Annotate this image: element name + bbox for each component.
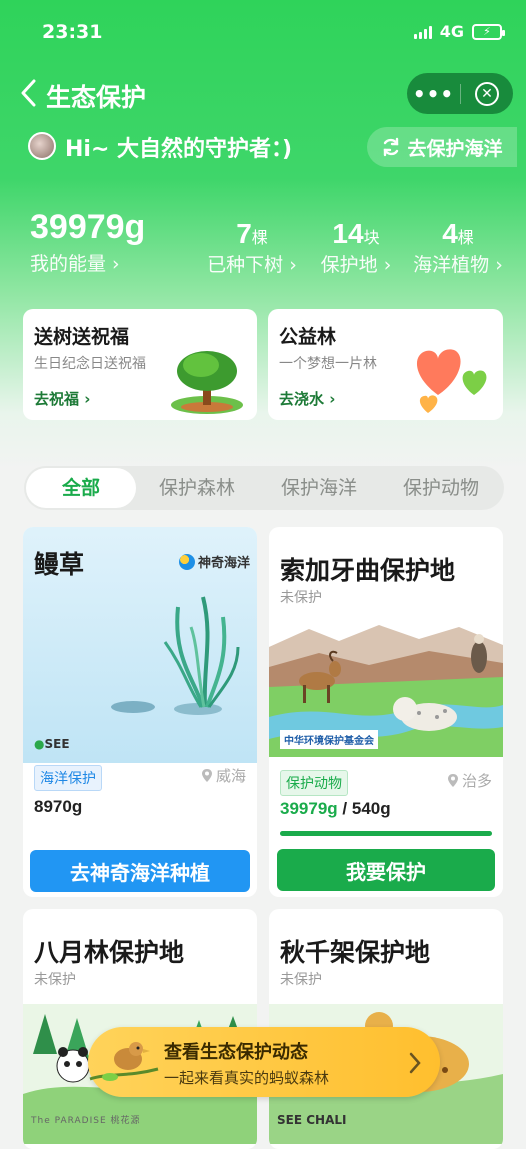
close-button[interactable]: ✕: [461, 81, 513, 106]
paradise-logo: The PARADISE 桃花源: [31, 1116, 141, 1126]
page-title: 生态保护: [46, 83, 147, 112]
trees-label: 已种下树: [207, 254, 284, 276]
plants-label: 海洋植物: [413, 254, 490, 276]
protect-button[interactable]: 我要保护: [277, 849, 495, 891]
mini-program-capsule: ••• ✕: [407, 73, 513, 114]
eelgrass-location-text: 威海: [215, 767, 246, 785]
energy-value: 39979g: [30, 208, 146, 246]
qiuqian-title: 秋千架保护地: [280, 938, 431, 967]
plants-unit: 棵: [457, 228, 474, 247]
plants-stat[interactable]: 4棵 海洋植物 ›: [410, 218, 506, 277]
tab-all[interactable]: 全部: [26, 468, 136, 508]
panda-icon: [56, 1047, 90, 1083]
eelgrass-amount: 8970g: [34, 797, 83, 816]
greeting-text: Hi~ 大自然的守护者：): [65, 137, 293, 162]
gift-tree-link-label: 去祝福: [34, 390, 80, 408]
brand-badge: 神奇海洋: [179, 552, 250, 571]
plant-magic-ocean-button[interactable]: 去神奇海洋种植: [30, 850, 250, 892]
energy-stat[interactable]: 39979g 我的能量 ›: [30, 208, 145, 276]
sojia-status: 未保护: [280, 590, 322, 606]
sojia-location-text: 治多: [461, 772, 492, 790]
see-logo-text: SEE: [44, 737, 70, 751]
land-label: 保护地: [320, 254, 378, 276]
seaweed-icon: [111, 596, 240, 715]
sojia-target: 540g: [351, 799, 391, 818]
tag-animal-protection: 保护动物: [280, 770, 348, 796]
charity-forest-link-label: 去浇水: [279, 390, 325, 408]
sojia-progress-track: [280, 831, 492, 836]
sojia-title: 索加牙曲保护地: [280, 556, 456, 585]
go-protect-ocean-label: 去保护海洋: [407, 137, 503, 160]
sojia-separator: /: [342, 799, 348, 818]
battery-charging-icon: ⚡: [472, 23, 505, 40]
magic-ocean-logo-icon: [179, 553, 195, 570]
more-button[interactable]: •••: [407, 82, 460, 106]
brand-label: 神奇海洋: [198, 556, 251, 571]
charity-forest-link[interactable]: 去浇水 ›: [279, 388, 335, 409]
go-protect-ocean-button[interactable]: 去保护海洋: [367, 127, 517, 167]
tab-ocean[interactable]: 保护海洋: [258, 468, 380, 508]
trees-value: 7: [236, 218, 252, 249]
back-icon[interactable]: [20, 78, 42, 108]
sojia-progress-text: 39979g / 540g: [280, 799, 391, 819]
charity-forest-subtitle: 一个梦想一片林: [279, 356, 377, 372]
land-unit: 块: [363, 228, 380, 247]
refresh-icon: [384, 137, 399, 157]
gift-tree-title: 送树送祝福: [34, 326, 130, 348]
location-pin-icon: [447, 774, 458, 787]
tag-ocean-protection: 海洋保护: [34, 765, 102, 791]
gift-tree-subtitle: 生日纪念日送祝福: [34, 356, 146, 372]
see-chali-logo: SEE CHALI: [277, 1113, 347, 1127]
see-logo: ●SEE: [34, 737, 70, 751]
tab-animal[interactable]: 保护动物: [380, 468, 502, 508]
bird-on-branch-icon: [89, 1042, 159, 1081]
charity-forest-card[interactable]: 公益林 一个梦想一片林 去浇水 ›: [268, 309, 503, 420]
project-card-eelgrass[interactable]: 鳗草 神奇海洋 ●SEE 海洋保护 威海 8970g 去神奇海洋种植: [23, 527, 257, 897]
eco-news-title: 查看生态保护动态: [164, 1042, 308, 1063]
gift-tree-link[interactable]: 去祝福 ›: [34, 388, 90, 409]
eco-news-banner[interactable]: 查看生态保护动态 一起来看真实的蚂蚁森林: [88, 1027, 440, 1097]
eelgrass-location: 威海: [201, 765, 246, 786]
location-pin-icon: [201, 769, 212, 782]
bayue-title: 八月林保护地: [34, 938, 185, 967]
status-icons: 4G ⚡: [413, 22, 505, 41]
bayue-status: 未保护: [34, 972, 76, 988]
land-stat[interactable]: 14块 保护地 ›: [317, 218, 395, 277]
eco-news-subtitle: 一起来看真实的蚂蚁森林: [164, 1069, 330, 1087]
plants-value: 4: [442, 218, 458, 249]
close-circle-icon: ✕: [475, 81, 499, 106]
signal-icon: [413, 25, 432, 39]
trees-unit: 棵: [251, 228, 268, 247]
qiuqian-status: 未保护: [280, 972, 322, 988]
status-time: 23:31: [42, 21, 103, 43]
cepf-logo: 中华环境保护基金会: [280, 730, 378, 749]
gift-tree-card[interactable]: 送树送祝福 生日纪念日送祝福 去祝福 ›: [23, 309, 257, 420]
trees-stat[interactable]: 7棵 已种下树 ›: [207, 218, 297, 277]
tab-forest[interactable]: 保护森林: [136, 468, 258, 508]
tree-illustration-icon: [171, 351, 243, 414]
charity-forest-title: 公益林: [279, 326, 337, 348]
eelgrass-title: 鳗草: [34, 550, 85, 579]
hearts-icon: [416, 349, 487, 413]
chevron-right-icon: [409, 1052, 421, 1074]
sojia-location: 治多: [447, 770, 492, 791]
sojia-energy: 39979g: [280, 799, 338, 818]
network-type: 4G: [439, 22, 464, 41]
sojia-progress-fill: [280, 831, 492, 836]
land-value: 14: [332, 218, 364, 249]
category-tabs: 全部 保护森林 保护海洋 保护动物: [24, 466, 504, 510]
project-card-sojia[interactable]: 索加牙曲保护地 未保护 中华环境保护基金会 保护动物 治多 39979g / 5…: [269, 527, 503, 897]
avatar[interactable]: [28, 132, 56, 160]
energy-label: 我的能量: [30, 253, 107, 275]
